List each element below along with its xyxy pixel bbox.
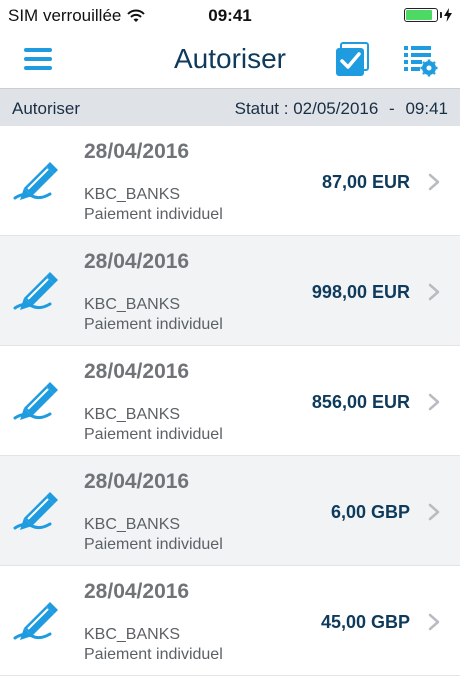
transaction-amount: 856,00 EUR (312, 392, 410, 413)
battery-indicator (404, 8, 452, 22)
status-time: 09:41 (405, 99, 448, 118)
transaction-beneficiary: KBC_BANKS (84, 516, 181, 533)
amount-value: 87,00 (321, 172, 367, 192)
charging-bolt-icon (444, 8, 452, 22)
sign-pen-icon (13, 492, 58, 530)
transaction-date: 28/04/2016 (84, 250, 190, 273)
transaction-type: Paiement individuel (84, 646, 223, 663)
amount-currency: EUR (371, 282, 410, 302)
transaction-type: Paiement individuel (84, 316, 223, 333)
transaction-amount: 6,00 GBP (331, 502, 410, 523)
transaction-row[interactable]: 28/04/2016 KBC_BANKS Paiement individuel… (0, 346, 460, 456)
status-header: Autoriser Statut : 02/05/2016 - 09:41 (0, 88, 460, 126)
transaction-type: Paiement individuel (84, 206, 223, 223)
transaction-row[interactable]: 28/04/2016 KBC_BANKS Paiement individuel… (0, 126, 460, 236)
chevron-right-icon (428, 393, 440, 411)
chevron-right-icon (428, 613, 440, 631)
battery-tip (440, 12, 442, 18)
transaction-beneficiary: KBC_BANKS (84, 296, 181, 313)
transaction-type: Paiement individuel (84, 426, 223, 443)
sign-pen-icon (13, 162, 58, 200)
transaction-row[interactable]: 28/04/2016 KBC_BANKS Paiement individuel… (0, 236, 460, 346)
chevron-right-icon (428, 173, 440, 191)
section-label: Autoriser (12, 99, 81, 118)
status-bar: SIM verrouillée 09:41 (0, 0, 460, 30)
amount-currency: EUR (371, 392, 410, 412)
transaction-amount: 45,00 GBP (321, 612, 410, 633)
transaction-beneficiary: KBC_BANKS (84, 186, 181, 203)
amount-currency: GBP (370, 502, 410, 522)
sign-pen-icon (13, 382, 58, 420)
checkbox-select-all-icon (336, 42, 369, 76)
amount-value: 45,00 (320, 612, 366, 632)
transaction-list: 28/04/2016 KBC_BANKS Paiement individuel… (0, 126, 460, 676)
status-separator: - (389, 99, 395, 118)
transaction-amount: 87,00 EUR (322, 172, 410, 193)
transaction-date: 28/04/2016 (84, 470, 190, 493)
chevron-right-icon (428, 503, 440, 521)
transaction-type: Paiement individuel (84, 536, 223, 553)
sign-pen-icon (13, 602, 58, 640)
transaction-row[interactable]: 28/04/2016 KBC_BANKS Paiement individuel… (0, 566, 460, 676)
status-label: Statut : (234, 99, 289, 118)
sign-pen-icon (13, 272, 58, 310)
status-info: Statut : 02/05/2016 - 09:41 (235, 99, 448, 119)
chevron-right-icon (428, 283, 440, 301)
amount-value: 856,00 (311, 392, 367, 412)
select-all-button[interactable] (334, 42, 370, 78)
navigation-bar: Autoriser (0, 30, 460, 88)
transaction-amount: 998,00 EUR (312, 282, 410, 303)
amount-value: 998,00 (311, 282, 367, 302)
battery-fill (406, 10, 432, 20)
list-settings-icon (404, 46, 438, 77)
transaction-beneficiary: KBC_BANKS (84, 406, 181, 423)
transaction-date: 28/04/2016 (84, 140, 190, 163)
transaction-date: 28/04/2016 (84, 360, 190, 383)
transaction-date: 28/04/2016 (84, 580, 190, 603)
transaction-row[interactable]: 28/04/2016 KBC_BANKS Paiement individuel… (0, 456, 460, 566)
amount-value: 6,00 (330, 502, 366, 522)
battery-icon (404, 8, 438, 22)
transaction-beneficiary: KBC_BANKS (84, 626, 181, 643)
page-title: Autoriser (173, 43, 287, 74)
amount-currency: EUR (371, 172, 410, 192)
status-date: 02/05/2016 (293, 99, 379, 118)
clock: 09:41 (208, 6, 252, 25)
list-settings-button[interactable] (402, 42, 438, 78)
amount-currency: GBP (370, 612, 410, 632)
